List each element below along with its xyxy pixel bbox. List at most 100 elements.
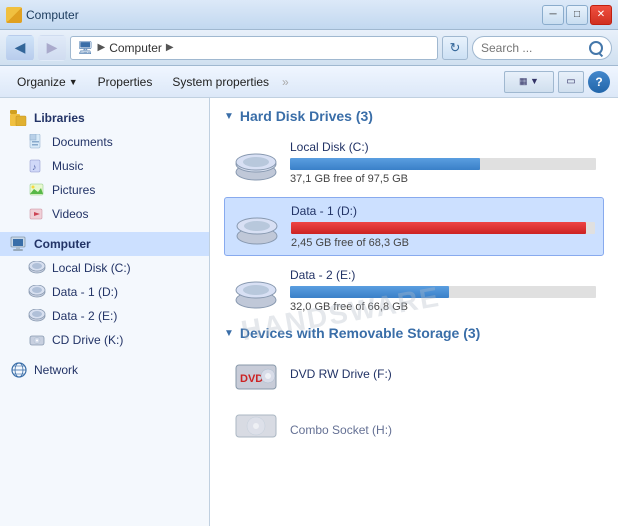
sidebar-section-network: Network <box>0 358 209 382</box>
data-e-icon <box>28 307 46 325</box>
sidebar-item-computer[interactable]: Computer <box>0 232 209 256</box>
disk-entry-data-e[interactable]: Data - 2 (E:) 32,0 GB free of 66,8 GB <box>224 262 604 319</box>
network-label: Network <box>34 363 78 377</box>
cd-k-label: CD Drive (K:) <box>52 333 123 347</box>
music-icon: ♪ <box>28 157 46 175</box>
local-c-name: Local Disk (C:) <box>290 140 596 154</box>
data-d-name: Data - 1 (D:) <box>291 204 595 218</box>
computer-label: Computer <box>34 237 91 251</box>
disk-entry-data-d[interactable]: Data - 1 (D:) 2,45 GB free of 68,3 GB <box>224 197 604 256</box>
title-bar-left: Computer <box>6 7 79 23</box>
libraries-icon <box>10 109 28 127</box>
view-options-button[interactable]: ▦ ▼ <box>504 71 554 93</box>
window-title: Computer <box>26 8 79 22</box>
forward-button[interactable]: ▶ <box>38 35 66 61</box>
path-arrow: ▶ <box>98 42 106 53</box>
data-d-bar-container <box>291 222 595 234</box>
combo-info: Combo Socket (H:) <box>290 423 596 441</box>
address-path[interactable]: 🖥 ▶ Computer ▶ <box>70 36 438 60</box>
pictures-icon <box>28 181 46 199</box>
removable-section-header: ▼ Devices with Removable Storage (3) <box>224 325 604 341</box>
data-e-free: 32,0 GB free of 66,8 GB <box>290 301 596 313</box>
data-d-free: 2,45 GB free of 68,3 GB <box>291 237 595 249</box>
search-box <box>472 36 612 60</box>
hard-disk-section-header: ▼ Hard Disk Drives (3) <box>224 108 604 124</box>
sidebar-item-libraries[interactable]: Libraries <box>0 106 209 130</box>
sidebar-item-pictures[interactable]: Pictures <box>0 178 209 202</box>
pictures-label: Pictures <box>52 183 95 197</box>
network-icon <box>10 361 28 379</box>
organize-arrow: ▼ <box>69 77 78 87</box>
help-button[interactable]: ? <box>588 71 610 93</box>
data-e-info: Data - 2 (E:) 32,0 GB free of 66,8 GB <box>290 268 596 313</box>
libraries-label: Libraries <box>34 111 85 125</box>
close-button[interactable]: ✕ <box>590 5 612 25</box>
title-bar: Computer ─ □ ✕ <box>0 0 618 30</box>
local-c-label: Local Disk (C:) <box>52 261 131 275</box>
sidebar-item-music[interactable]: ♪ Music <box>0 154 209 178</box>
documents-label: Documents <box>52 135 113 149</box>
data-d-label: Data - 1 (D:) <box>52 285 118 299</box>
layout-button[interactable]: ▭ <box>558 71 584 93</box>
sidebar-item-network[interactable]: Network <box>0 358 209 382</box>
svg-text:♪: ♪ <box>32 162 37 172</box>
path-icon: 🖥 <box>77 40 94 56</box>
data-e-bar <box>290 286 449 298</box>
sidebar-section-computer: Computer Local Disk (C:) <box>0 232 209 352</box>
local-c-icon <box>28 259 46 277</box>
minimize-button[interactable]: ─ <box>542 5 564 25</box>
computer-sidebar-icon <box>10 235 28 253</box>
local-c-free: 37,1 GB free of 97,5 GB <box>290 173 596 185</box>
organize-button[interactable]: Organize ▼ <box>8 69 87 95</box>
combo-drive-icon <box>232 413 280 451</box>
address-bar: ◀ ▶ 🖥 ▶ Computer ▶ ↻ <box>0 30 618 66</box>
dvd-f-drive-icon: DVD <box>232 357 280 395</box>
local-c-info: Local Disk (C:) 37,1 GB free of 97,5 GB <box>290 140 596 185</box>
main-area: Libraries Documents ♪ <box>0 98 618 526</box>
data-e-bar-container <box>290 286 596 298</box>
svg-text:DVD: DVD <box>240 373 263 385</box>
dvd-f-info: DVD RW Drive (F:) <box>290 367 596 385</box>
music-label: Music <box>52 159 83 173</box>
path-end-arrow: ▶ <box>166 42 174 53</box>
path-label: Computer <box>109 41 162 55</box>
organize-label: Organize <box>17 75 66 89</box>
local-c-bar <box>290 158 480 170</box>
cd-k-icon <box>28 331 46 349</box>
window-icon <box>6 7 22 23</box>
sidebar-item-data-d[interactable]: Data - 1 (D:) <box>0 280 209 304</box>
title-controls: ─ □ ✕ <box>542 5 612 25</box>
combo-name: Combo Socket (H:) <box>290 423 596 437</box>
sidebar-item-videos[interactable]: Videos <box>0 202 209 226</box>
data-d-info: Data - 1 (D:) 2,45 GB free of 68,3 GB <box>291 204 595 249</box>
refresh-button[interactable]: ↻ <box>442 36 468 60</box>
system-properties-button[interactable]: System properties <box>163 69 278 95</box>
removable-title: Devices with Removable Storage (3) <box>240 325 480 341</box>
search-icon <box>589 41 603 55</box>
search-input[interactable] <box>481 41 585 55</box>
collapse-hard-disk[interactable]: ▼ <box>224 111 234 122</box>
sidebar-item-documents[interactable]: Documents <box>0 130 209 154</box>
disk-entry-combo[interactable]: Combo Socket (H:) <box>224 407 604 457</box>
documents-icon <box>28 133 46 151</box>
data-e-name: Data - 2 (E:) <box>290 268 596 282</box>
sidebar-item-cd-k[interactable]: CD Drive (K:) <box>0 328 209 352</box>
properties-button[interactable]: Properties <box>89 69 162 95</box>
sidebar-item-local-c[interactable]: Local Disk (C:) <box>0 256 209 280</box>
local-c-drive-icon <box>232 144 280 182</box>
disk-entry-dvd-f[interactable]: DVD DVD RW Drive (F:) <box>224 351 604 401</box>
sidebar-section-libraries: Libraries Documents ♪ <box>0 106 209 226</box>
disk-entry-local-c[interactable]: Local Disk (C:) 37,1 GB free of 97,5 GB <box>224 134 604 191</box>
data-e-drive-icon <box>232 272 280 310</box>
local-c-bar-container <box>290 158 596 170</box>
maximize-button[interactable]: □ <box>566 5 588 25</box>
toolbar-more[interactable]: » <box>280 75 291 89</box>
data-d-bar <box>291 222 586 234</box>
content-pane: HANDSWARE ▼ Hard Disk Drives (3) Local D… <box>210 98 618 526</box>
collapse-removable[interactable]: ▼ <box>224 328 234 339</box>
videos-icon <box>28 205 46 223</box>
data-e-label: Data - 2 (E:) <box>52 309 117 323</box>
data-d-drive-icon <box>233 208 281 246</box>
sidebar-item-data-e[interactable]: Data - 2 (E:) <box>0 304 209 328</box>
back-button[interactable]: ◀ <box>6 35 34 61</box>
